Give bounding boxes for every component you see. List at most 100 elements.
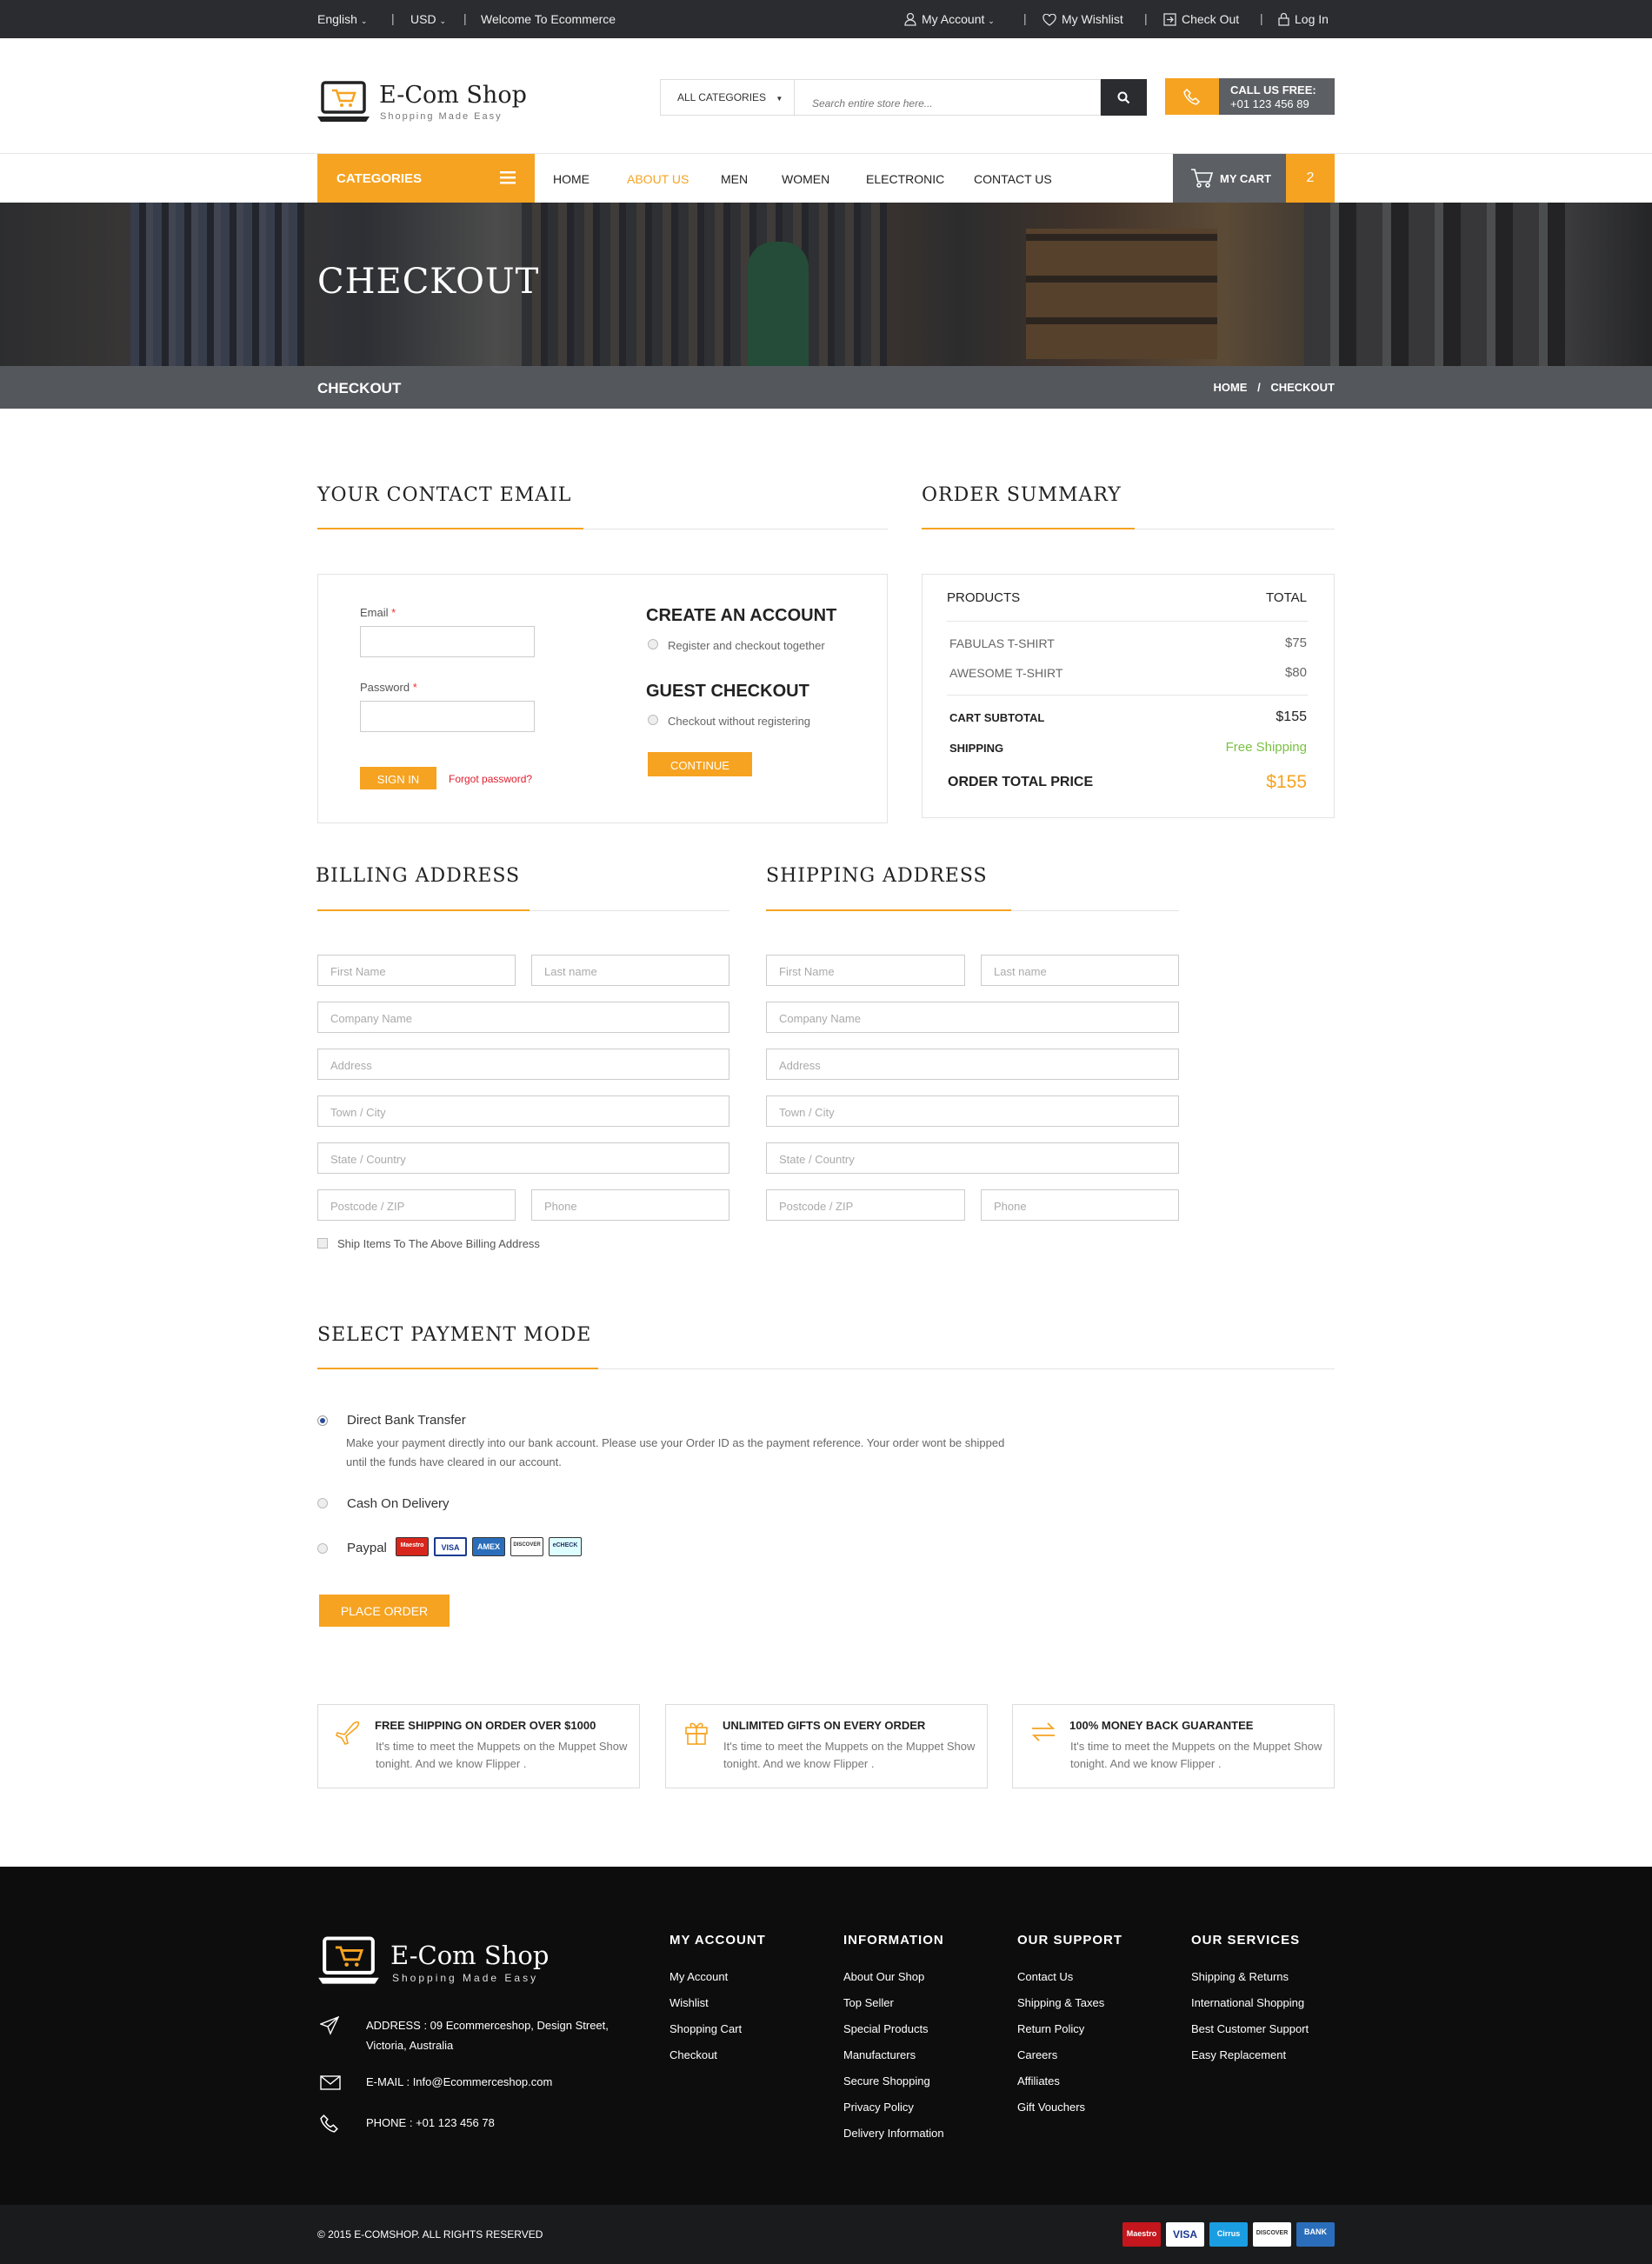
shipping-company-input[interactable]: Company Name: [766, 1002, 1179, 1033]
email-field[interactable]: [360, 626, 535, 657]
footer-link[interactable]: Shipping & Taxes: [1017, 1996, 1104, 2022]
shipping-phone-input[interactable]: Phone: [981, 1189, 1179, 1221]
search-button[interactable]: [1101, 79, 1147, 116]
nav-electronic[interactable]: ELECTRONIC: [866, 172, 944, 186]
breadcrumb: HOME / CHECKOUT: [1213, 381, 1335, 394]
discover-logo-icon: DISCOVER: [1253, 2222, 1291, 2247]
breadcrumb-current: CHECKOUT: [1270, 381, 1335, 394]
feature-desc: It's time to meet the Muppets on the Mup…: [723, 1740, 976, 1770]
billing-postcode-input[interactable]: Postcode / ZIP: [317, 1189, 516, 1221]
nav-home[interactable]: HOME: [553, 172, 590, 186]
footer-link[interactable]: Shipping & Returns: [1191, 1970, 1309, 1996]
amex-card-icon: AMEX: [472, 1537, 505, 1556]
footer-link[interactable]: Return Policy: [1017, 2022, 1104, 2048]
shipping-state-input[interactable]: State / Country: [766, 1142, 1179, 1174]
billing-first-name-input[interactable]: First Name: [317, 955, 516, 986]
my-cart-button[interactable]: MY CART 2: [1173, 154, 1335, 203]
bank-transfer-desc: Make your payment directly into our bank…: [346, 1436, 1005, 1449]
summary-item-price: $75: [1284, 636, 1307, 650]
logo-title[interactable]: E-Com Shop: [379, 82, 527, 109]
phone-icon: [1183, 88, 1201, 105]
guest-checkout-radio[interactable]: [648, 715, 658, 725]
sign-in-button[interactable]: SIGN IN: [360, 767, 436, 789]
shipping-address-input[interactable]: Address: [766, 1049, 1179, 1080]
divider: |: [463, 11, 467, 25]
nav-women[interactable]: WOMEN: [782, 172, 829, 186]
ship-same-checkbox[interactable]: [317, 1238, 328, 1249]
password-field[interactable]: [360, 701, 535, 732]
footer-link[interactable]: My Account: [669, 1970, 742, 1996]
shipping-postcode-input[interactable]: Postcode / ZIP: [766, 1189, 965, 1221]
search-input[interactable]: [795, 79, 1101, 116]
nav-contact-us[interactable]: CONTACT US: [974, 172, 1052, 186]
footer-link[interactable]: Manufacturers: [843, 2048, 944, 2074]
footer-link[interactable]: Delivery Information: [843, 2127, 944, 2153]
footer-col-list: About Our Shop Top Seller Special Produc…: [843, 1970, 944, 2153]
laptop-cart-logo-icon[interactable]: [317, 80, 370, 123]
footer-link[interactable]: Privacy Policy: [843, 2101, 944, 2127]
language-selector[interactable]: English ⌄: [317, 12, 367, 26]
shipping-town-input[interactable]: Town / City: [766, 1095, 1179, 1127]
create-account-title: CREATE AN ACCOUNT: [646, 606, 837, 625]
envelope-icon: [320, 2075, 341, 2090]
gift-icon: [685, 1722, 708, 1745]
nav-about-us[interactable]: ABOUT US: [627, 172, 689, 186]
footer-link[interactable]: Special Products: [843, 2022, 944, 2048]
footer-link[interactable]: Secure Shopping: [843, 2074, 944, 2101]
breadcrumb-home[interactable]: HOME: [1213, 381, 1247, 394]
contact-email-title: YOUR CONTACT EMAIL: [317, 484, 572, 506]
footer-link[interactable]: Wishlist: [669, 1996, 742, 2022]
billing-company-input[interactable]: Company Name: [317, 1002, 729, 1033]
footer-logo-title[interactable]: E-Com Shop: [390, 1941, 549, 1970]
footer-link[interactable]: Affiliates: [1017, 2074, 1104, 2101]
my-wishlist-link[interactable]: My Wishlist: [1042, 12, 1123, 26]
footer-link[interactable]: About Our Shop: [843, 1970, 944, 1996]
billing-last-name-input[interactable]: Last name: [531, 955, 729, 986]
footer-link[interactable]: Easy Replacement: [1191, 2048, 1309, 2074]
footer-email[interactable]: E-MAIL : Info@Ecommerceshop.com: [366, 2075, 552, 2088]
billing-phone-input[interactable]: Phone: [531, 1189, 729, 1221]
billing-address-input[interactable]: Address: [317, 1049, 729, 1080]
footer-address: Victoria, Australia: [366, 2039, 454, 2052]
bank-logo-icon: BANK: [1296, 2222, 1335, 2247]
my-account-link[interactable]: My Account ⌄: [904, 12, 995, 26]
currency-selector[interactable]: USD ⌄: [410, 12, 446, 26]
order-total-label: ORDER TOTAL PRICE: [948, 775, 1094, 789]
bank-transfer-radio[interactable]: [317, 1415, 328, 1426]
place-order-button[interactable]: PLACE ORDER: [319, 1595, 450, 1627]
create-account-radio[interactable]: [648, 639, 658, 649]
billing-town-input[interactable]: Town / City: [317, 1095, 729, 1127]
paypal-label: Paypal: [347, 1541, 387, 1555]
paypal-radio[interactable]: [317, 1543, 328, 1554]
continue-button[interactable]: CONTINUE: [648, 752, 752, 776]
billing-state-input[interactable]: State / Country: [317, 1142, 729, 1174]
login-link[interactable]: Log In: [1278, 12, 1329, 26]
feature-box: FREE SHIPPING ON ORDER OVER $1000 It's t…: [317, 1704, 640, 1788]
footer-link[interactable]: Shopping Cart: [669, 2022, 742, 2048]
divider: |: [1144, 11, 1148, 25]
footer-col-title: OUR SUPPORT: [1017, 1933, 1123, 1948]
maestro-logo-icon: Maestro: [1122, 2222, 1161, 2247]
footer-link[interactable]: Top Seller: [843, 1996, 944, 2022]
shipping-first-name-input[interactable]: First Name: [766, 955, 965, 986]
phone-icon-box: [1165, 78, 1219, 115]
categories-button[interactable]: CATEGORIES: [317, 154, 535, 203]
section-rule: [317, 909, 729, 911]
forgot-password-link[interactable]: Forgot password?: [449, 773, 532, 785]
nav-men[interactable]: MEN: [721, 172, 748, 186]
shipping-last-name-input[interactable]: Last name: [981, 955, 1179, 986]
footer-link[interactable]: Gift Vouchers: [1017, 2101, 1104, 2127]
checkout-link[interactable]: Check Out: [1163, 12, 1239, 26]
footer-phone: PHONE : +01 123 456 78: [366, 2116, 495, 2129]
footer-link[interactable]: International Shopping: [1191, 1996, 1309, 2022]
divider: |: [391, 11, 395, 25]
guest-checkout-title: GUEST CHECKOUT: [646, 682, 809, 701]
header: E-Com Shop Shopping Made Easy ALL CATEGO…: [0, 38, 1652, 154]
category-select[interactable]: ALL CATEGORIES ▼: [660, 79, 795, 116]
cash-on-delivery-radio[interactable]: [317, 1498, 328, 1508]
footer-link[interactable]: Best Customer Support: [1191, 2022, 1309, 2048]
laptop-cart-logo-icon[interactable]: [317, 1935, 380, 1986]
footer-link[interactable]: Careers: [1017, 2048, 1104, 2074]
footer-link[interactable]: Checkout: [669, 2048, 742, 2074]
footer-link[interactable]: Contact Us: [1017, 1970, 1104, 1996]
